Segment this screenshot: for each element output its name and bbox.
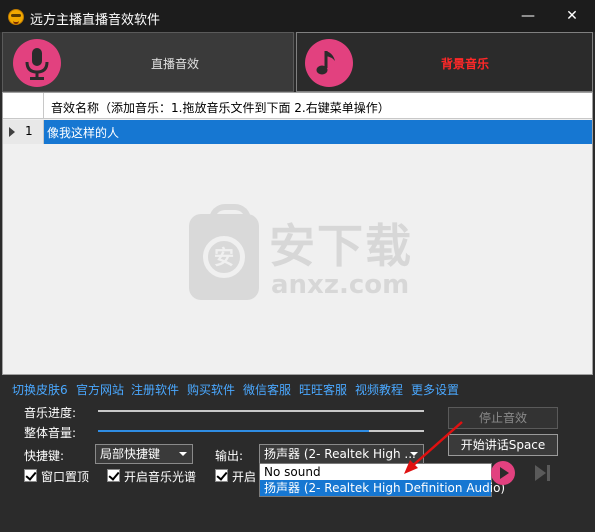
tab-live-effects-label: 直播音效 — [151, 57, 200, 71]
watermark: 安 安下载 anxz.com — [189, 204, 439, 316]
volume-slider[interactable] — [98, 430, 424, 432]
window-title: 远方主播直播音效软件 — [30, 13, 161, 28]
checkbox-always-on-top-label: 窗口置顶 — [41, 470, 90, 484]
volume-slider-fill — [98, 430, 369, 432]
hotkey-select-value: 局部快捷键 — [100, 447, 161, 461]
hotkey-label: 快捷键: — [24, 449, 65, 463]
column-header-name[interactable]: 音效名称（添加音乐：1.拖放音乐文件到下面 2.右键菜单操作） — [51, 99, 390, 116]
music-list[interactable]: 音效名称（添加音乐：1.拖放音乐文件到下面 2.右键菜单操作） 1 像我这样的人… — [2, 92, 593, 375]
link-wangwang-support[interactable]: 旺旺客服 — [299, 381, 347, 398]
row-pointer-icon — [9, 127, 15, 137]
mode-tabs: 直播音效 背景音乐 — [0, 32, 595, 92]
watermark-domain: anxz.com — [271, 270, 410, 300]
list-header: 音效名称（添加音乐：1.拖放音乐文件到下面 2.右键菜单操作） — [3, 93, 592, 119]
watermark-text: 安下载 — [269, 219, 413, 273]
title-bar: 远方主播直播音效软件 — ✕ — [0, 0, 595, 32]
table-row[interactable]: 1 像我这样的人 — [3, 120, 592, 144]
minimize-button[interactable]: — — [516, 6, 540, 26]
row-index: 1 — [25, 124, 33, 138]
progress-slider[interactable] — [98, 410, 424, 412]
checkbox-enable-other-label: 开启 — [232, 470, 257, 484]
tab-background-music[interactable]: 背景音乐 — [296, 32, 593, 92]
checkbox-music-spectrum-label: 开启音乐光谱 — [124, 470, 197, 484]
hotkey-select[interactable]: 局部快捷键 — [95, 444, 193, 464]
microphone-icon — [13, 39, 61, 87]
skip-next-icon — [535, 465, 550, 481]
checkbox-enable-other-box[interactable] — [215, 469, 228, 482]
row-song-name[interactable]: 像我这样的人 — [47, 124, 119, 141]
link-official-site[interactable]: 官方网站 — [76, 381, 124, 398]
checkbox-always-on-top-box[interactable] — [24, 469, 37, 482]
row-header[interactable]: 1 — [3, 120, 44, 144]
link-switch-skin[interactable]: 切换皮肤6 — [12, 381, 68, 398]
watermark-logo-glyph: 安 — [203, 236, 245, 278]
chevron-down-icon — [179, 452, 187, 456]
play-button[interactable] — [491, 461, 515, 485]
app-logo-icon — [8, 9, 24, 25]
annotation-arrow-icon — [404, 421, 463, 474]
link-register[interactable]: 注册软件 — [131, 381, 179, 398]
output-option-speaker[interactable]: 扬声器 (2- Realtek High Definition Audio) — [260, 480, 505, 496]
progress-label: 音乐进度: — [24, 406, 77, 420]
next-track-button[interactable] — [532, 462, 554, 484]
close-button[interactable]: ✕ — [560, 6, 584, 26]
link-wechat-support[interactable]: 微信客服 — [243, 381, 291, 398]
output-label: 输出: — [215, 449, 244, 463]
link-buy[interactable]: 购买软件 — [187, 381, 235, 398]
link-video-tutorial[interactable]: 视频教程 — [355, 381, 403, 398]
checkbox-music-spectrum-box[interactable] — [107, 469, 120, 482]
music-note-icon — [305, 39, 353, 87]
volume-label: 整体音量: — [24, 426, 77, 440]
list-header-corner — [3, 93, 44, 119]
watermark-bag-icon: 安 — [189, 204, 259, 300]
tab-background-music-label: 背景音乐 — [441, 57, 490, 71]
play-icon — [500, 467, 509, 479]
link-more-settings[interactable]: 更多设置 — [411, 381, 459, 398]
output-select-value: 扬声器 (2- Realtek High ... — [264, 447, 416, 461]
tab-live-effects[interactable]: 直播音效 — [2, 32, 294, 92]
